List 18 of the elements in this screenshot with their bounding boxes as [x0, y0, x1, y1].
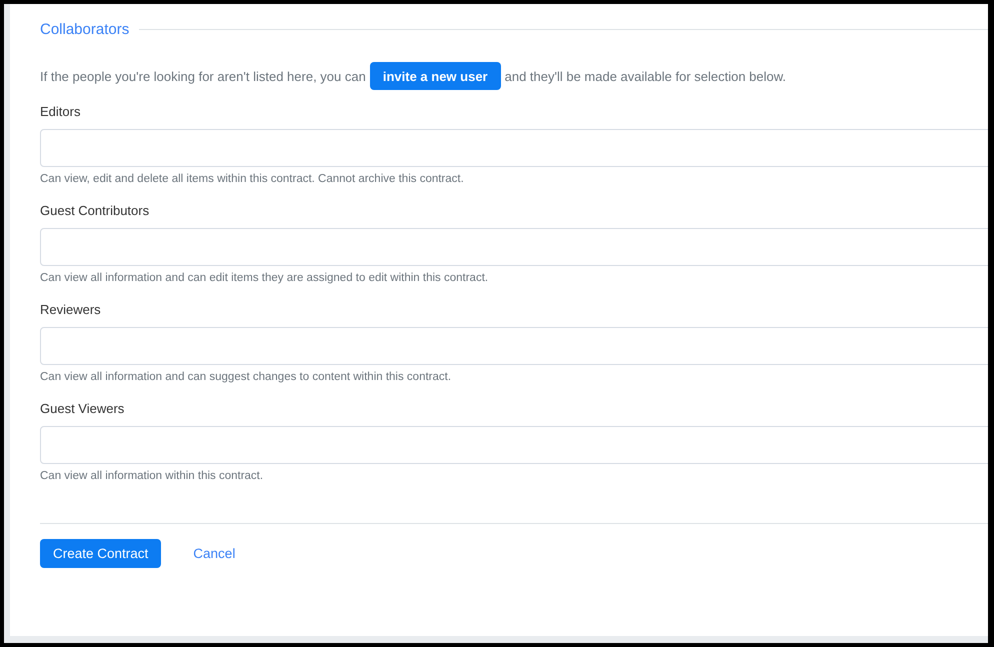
field-label: Guest Viewers: [40, 400, 126, 418]
field-label: Editors: [40, 103, 82, 121]
intro-text: If the people you're looking for aren't listed here, you can: [40, 68, 366, 84]
create-button[interactable]: Create Contract: [40, 539, 162, 568]
field-label: Guest Contributors: [40, 202, 150, 220]
input-field[interactable]: [40, 327, 988, 365]
field-label: Reviewers: [40, 301, 102, 319]
help-text: Can view, edit and delete all items within this contract. Cannot archive this contract.: [40, 173, 465, 187]
cancel-link[interactable]: Cancel: [193, 546, 236, 561]
help-text: Can view all information within this contract.: [40, 470, 264, 484]
section-title: Collaborators: [40, 20, 130, 38]
help-text: Can view all information and can edit items they are assigned to edit within this contract.: [40, 272, 490, 286]
input-field[interactable]: [40, 426, 988, 464]
input-field[interactable]: [40, 228, 988, 266]
input-field[interactable]: [40, 129, 988, 167]
invite-button[interactable]: invite a new user: [370, 62, 501, 90]
help-text: Can view all information and can suggest changes to content within this contract.: [40, 371, 452, 385]
intro-text: and they'll be made available for selection below.: [504, 68, 786, 84]
